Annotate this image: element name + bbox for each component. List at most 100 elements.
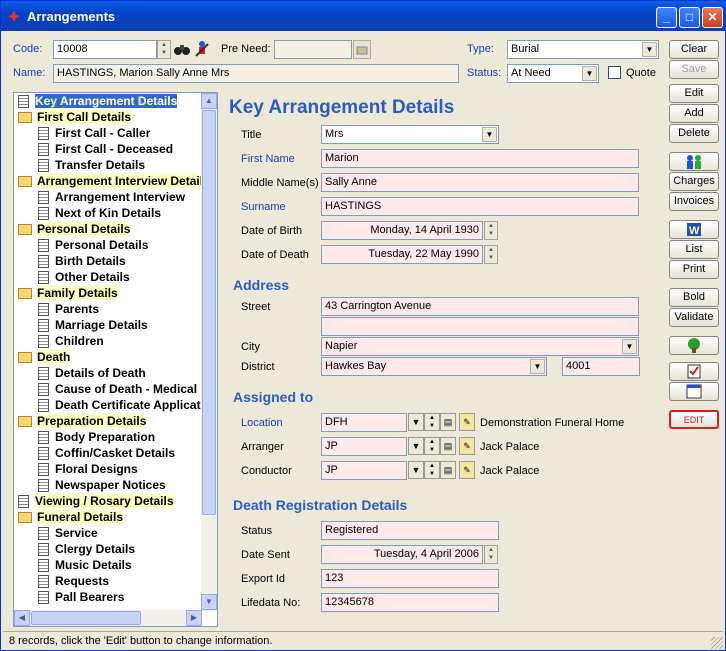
maximize-icon[interactable]: □ [679, 7, 700, 28]
arranger-edit-icon[interactable]: ✎ [459, 437, 475, 455]
chevron-down-icon[interactable]: ▼ [622, 339, 637, 354]
export-id-field[interactable]: 123 [321, 569, 499, 588]
preneed-field[interactable] [274, 40, 352, 59]
scroll-thumb[interactable] [202, 110, 216, 515]
folder-open-icon[interactable] [353, 40, 371, 59]
clear-button[interactable]: Clear [669, 40, 719, 59]
bold-button[interactable]: Bold [669, 288, 719, 307]
tree-item[interactable]: Pall Bearers [38, 590, 124, 606]
delete-button[interactable]: Delete [669, 124, 719, 143]
location-edit-icon[interactable]: ✎ [459, 413, 475, 431]
word-doc-button[interactable]: W [669, 220, 719, 239]
tree-item[interactable]: Body Preparation [38, 430, 155, 446]
code-field[interactable]: 10008 [53, 40, 157, 59]
tree-item[interactable]: Music Details [38, 558, 132, 574]
district-select[interactable]: Hawkes Bay ▼ [321, 357, 547, 376]
tree-item[interactable]: Viewing / Rosary Details [18, 494, 174, 510]
tree-item[interactable]: Service [38, 526, 98, 542]
tree-icon-button[interactable] [669, 336, 719, 355]
hscroll-thumb[interactable] [31, 611, 141, 625]
tree-item[interactable]: Details of Death [38, 366, 146, 382]
save-button[interactable]: Save [669, 60, 719, 79]
location-field[interactable]: DFH [321, 413, 407, 432]
tree-item[interactable]: First Call - Deceased [38, 142, 173, 158]
scroll-down-icon[interactable]: ▼ [201, 594, 217, 610]
add-button[interactable]: Add [669, 104, 719, 123]
tree-item[interactable]: Coffin/Casket Details [38, 446, 175, 462]
scroll-up-icon[interactable]: ▲ [201, 93, 217, 109]
tree-item[interactable]: First Call Details [18, 110, 132, 126]
tree-item[interactable]: Other Details [38, 270, 130, 286]
chevron-down-icon[interactable]: ▼ [582, 66, 597, 81]
name-field[interactable]: HASTINGS, Marion Sally Anne Mrs [53, 64, 459, 83]
tree-item[interactable]: First Call - Caller [38, 126, 150, 142]
resize-grip-icon[interactable] [711, 637, 723, 649]
tree-horizontal-scrollbar[interactable]: ◀ ▶ [14, 610, 202, 626]
dod-spinner[interactable]: ▲ ▼ [484, 245, 498, 264]
tree-item[interactable]: Preparation Details [18, 414, 147, 430]
tree-item[interactable]: Arrangement Interview [38, 190, 185, 206]
tree-item[interactable]: Parents [38, 302, 99, 318]
people-button[interactable] [669, 152, 719, 171]
tree-item[interactable]: Floral Designs [38, 462, 138, 478]
chevron-down-icon[interactable]: ▼ [530, 359, 545, 374]
close-icon[interactable]: ✕ [702, 7, 723, 28]
chevron-down-icon[interactable]: ▼ [642, 42, 657, 57]
arranger-dropdown-icon[interactable]: ▼ [408, 437, 424, 455]
status-select[interactable]: At Need ▼ [507, 64, 599, 83]
tree-item[interactable]: Funeral Details [18, 510, 124, 526]
arranger-copy-icon[interactable]: ▤ [440, 437, 456, 455]
print-button[interactable]: Print [669, 260, 719, 279]
quote-checkbox[interactable] [608, 66, 621, 79]
tree-item[interactable]: Newspaper Notices [38, 478, 166, 494]
tree-vertical-scrollbar[interactable]: ▲ ▼ [201, 93, 217, 611]
dob-spinner[interactable]: ▲ ▼ [484, 221, 498, 240]
navigation-tree[interactable]: Key Arrangement Details First Call Detail… [13, 92, 218, 627]
first-name-field[interactable]: Marion [321, 149, 639, 168]
middle-name-field[interactable]: Sally Anne [321, 173, 639, 192]
edit-button[interactable]: Edit [669, 84, 719, 103]
binoculars-icon[interactable] [174, 41, 190, 57]
calendar-icon-button[interactable] [669, 382, 719, 401]
postcode-field[interactable]: 4001 [562, 357, 640, 376]
tree-item[interactable]: Death [18, 350, 71, 366]
invoices-button[interactable]: Invoices [669, 192, 719, 211]
scroll-left-icon[interactable]: ◀ [14, 610, 30, 626]
tree-item[interactable]: Personal Details [18, 222, 131, 238]
surname-field[interactable]: HASTINGS [321, 197, 639, 216]
tree-item[interactable]: Death Certificate Application [38, 398, 217, 414]
street2-field[interactable] [321, 317, 639, 336]
conductor-field[interactable]: JP [321, 461, 407, 480]
street-field[interactable]: 43 Carrington Avenue [321, 297, 639, 316]
code-spinner[interactable]: ▲ ▼ [157, 40, 171, 59]
location-copy-icon[interactable]: ▤ [440, 413, 456, 431]
validate-button[interactable]: Validate [669, 308, 719, 327]
conductor-spinner[interactable]: ▲ ▼ [424, 461, 440, 479]
title-select[interactable]: Mrs ▼ [321, 125, 499, 144]
tree-item[interactable]: Cause of Death - Medical [38, 382, 197, 398]
location-dropdown-icon[interactable]: ▼ [408, 413, 424, 431]
conductor-copy-icon[interactable]: ▤ [440, 461, 456, 479]
arranger-field[interactable]: JP [321, 437, 407, 456]
reg-status-field[interactable]: Registered [321, 521, 499, 540]
charges-button[interactable]: Charges [669, 172, 719, 191]
arranger-spinner[interactable]: ▲ ▼ [424, 437, 440, 455]
list-button[interactable]: List [669, 240, 719, 259]
tree-item[interactable]: Clergy Details [38, 542, 135, 558]
edit-small-button[interactable]: EDIT [669, 410, 719, 429]
checklist-icon-button[interactable] [669, 362, 719, 381]
location-spinner[interactable]: ▲ ▼ [424, 413, 440, 431]
tree-item[interactable]: Transfer Details [38, 158, 145, 174]
tree-item[interactable]: Family Details [18, 286, 118, 302]
conductor-edit-icon[interactable]: ✎ [459, 461, 475, 479]
tree-item[interactable]: Next of Kin Details [38, 206, 161, 222]
conductor-dropdown-icon[interactable]: ▼ [408, 461, 424, 479]
tree-item[interactable]: Personal Details [38, 238, 148, 254]
tree-item[interactable]: Children [38, 334, 104, 350]
tree-item[interactable]: Birth Details [38, 254, 126, 270]
tree-item[interactable]: Arrangement Interview Details [18, 174, 210, 190]
dod-field[interactable]: Tuesday, 22 May 1990 [321, 245, 483, 264]
date-sent-field[interactable]: Tuesday, 4 April 2006 [321, 545, 483, 564]
city-select[interactable]: Napier ▼ [321, 337, 639, 356]
title-bar[interactable]: Arrangements _ □ ✕ [1, 1, 726, 31]
